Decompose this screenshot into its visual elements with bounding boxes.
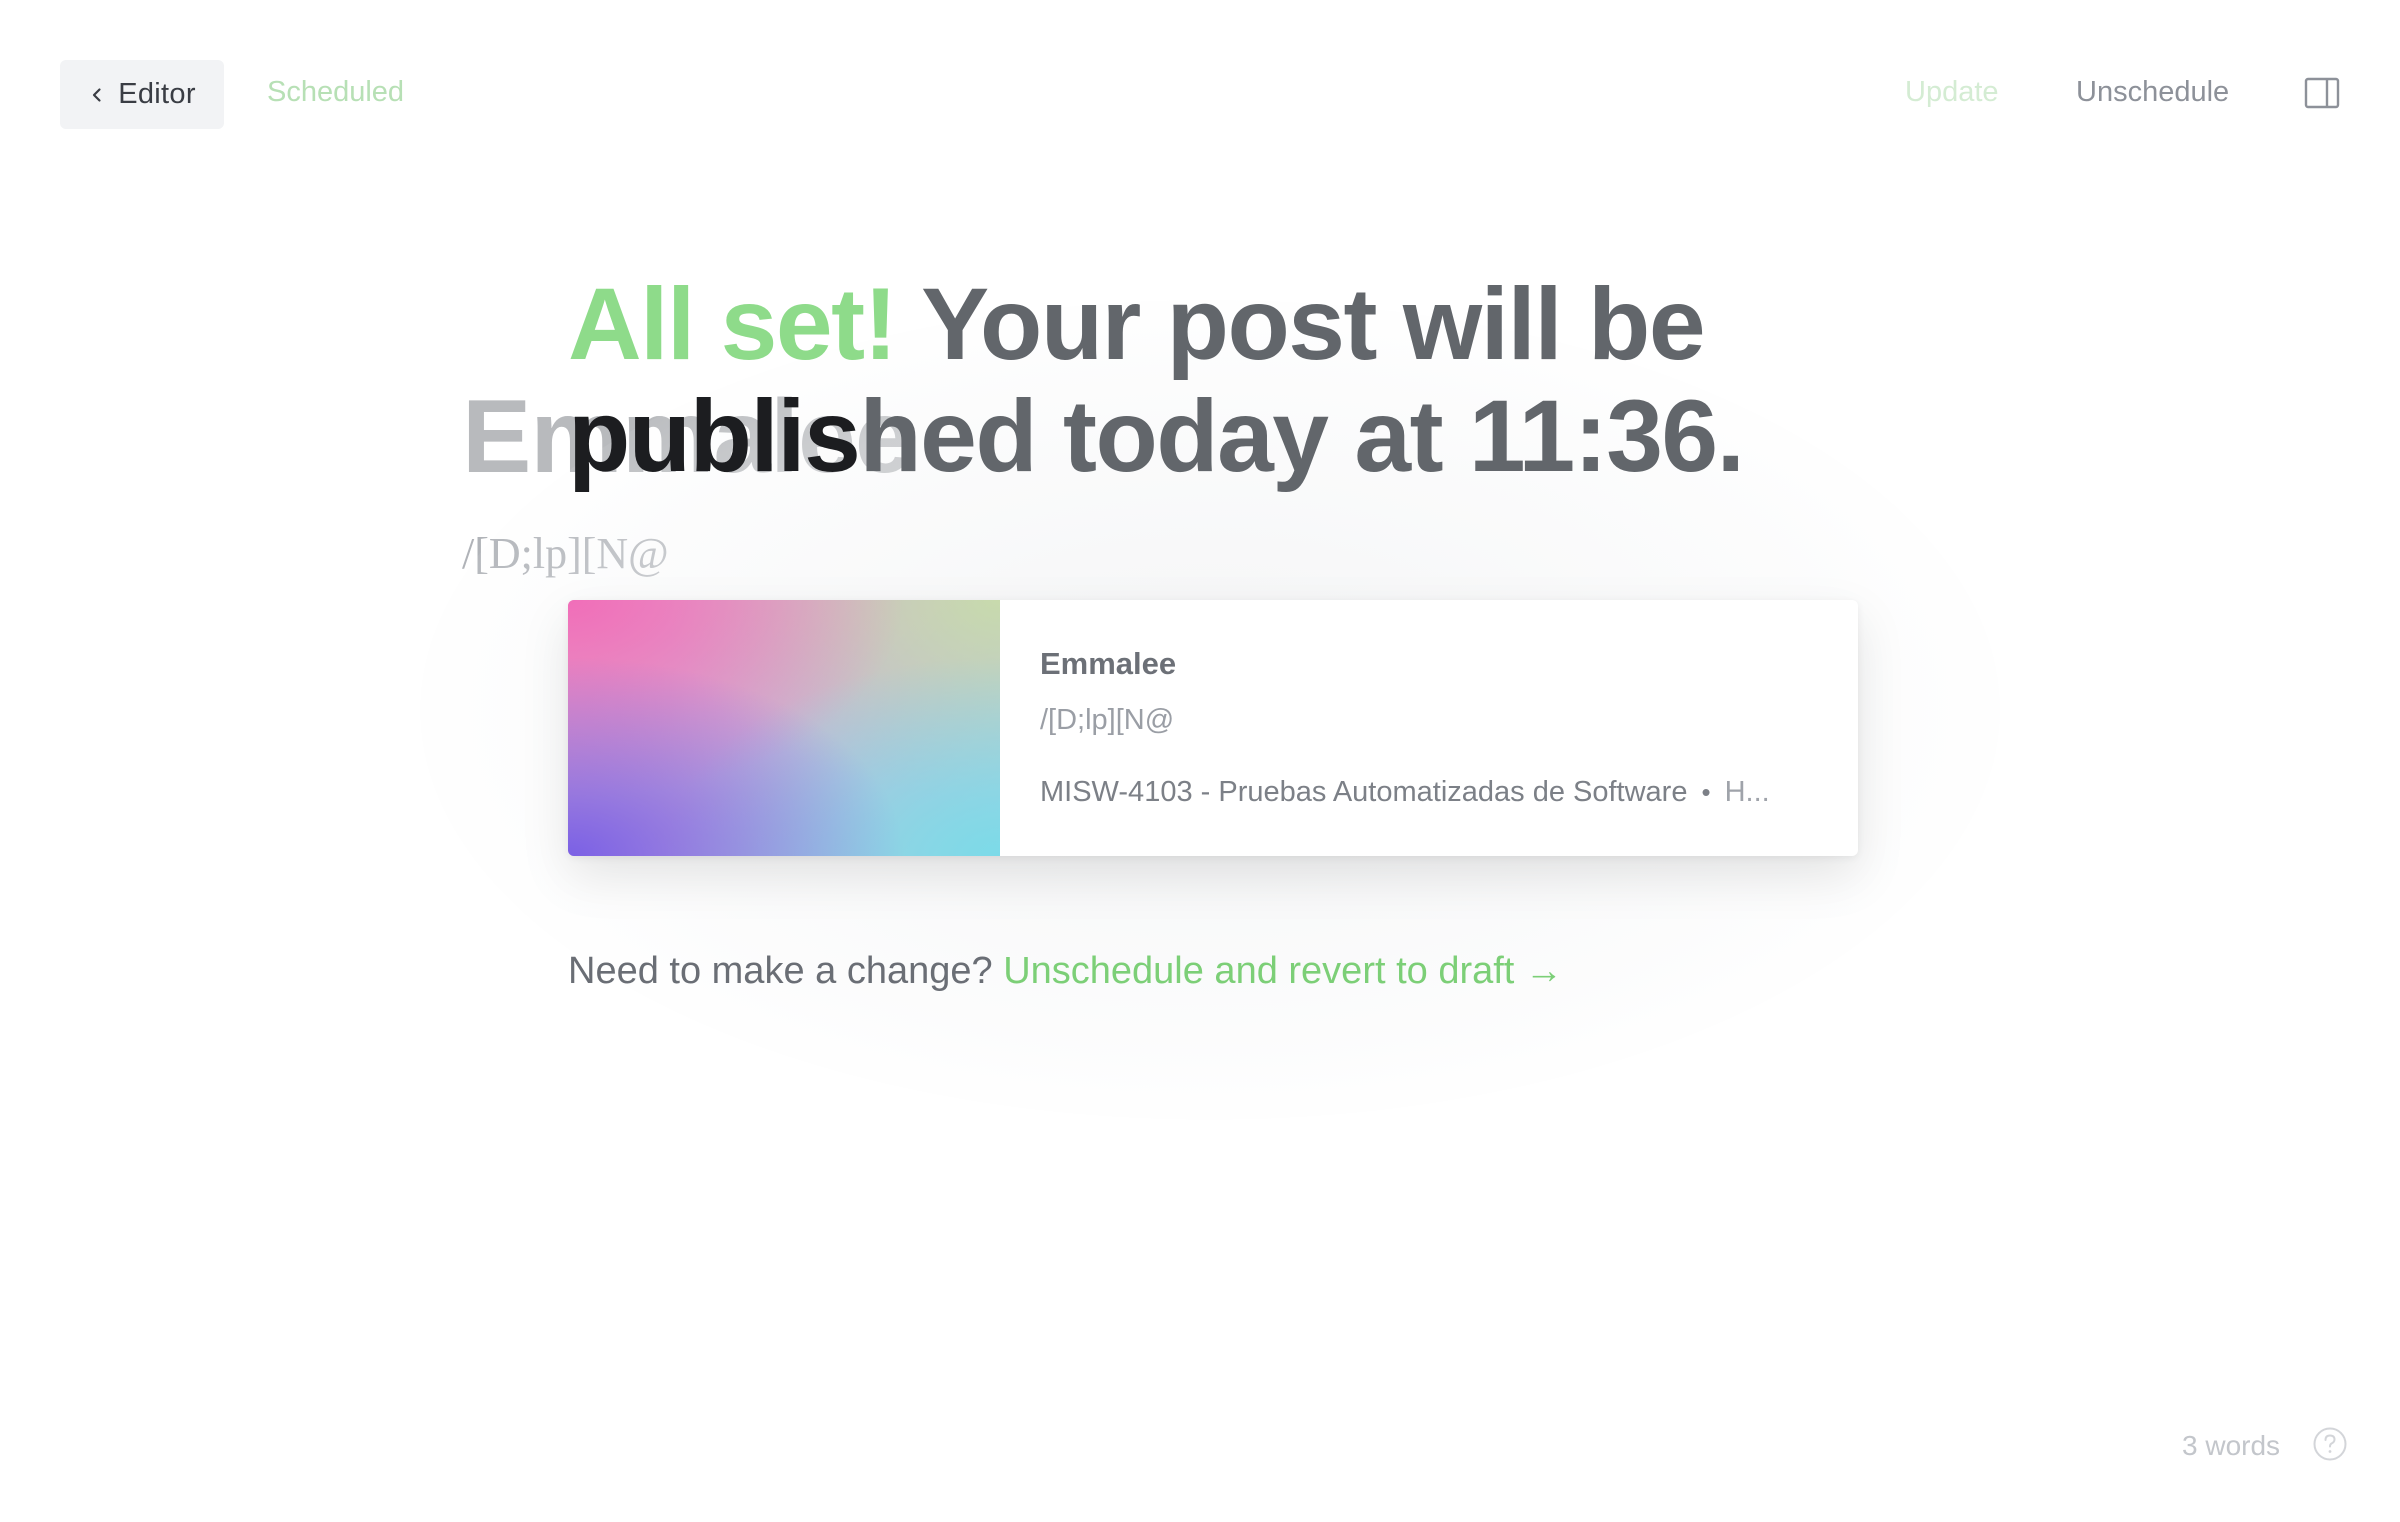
- headline-text: Your post will be: [896, 267, 1705, 381]
- headline-accent: All set!: [568, 267, 898, 381]
- post-preview-excerpt: /[D;lp][N@: [1040, 704, 1175, 736]
- post-preview-meta: MISW-4103 - Pruebas Automatizadas de Sof…: [1040, 776, 1770, 809]
- post-preview-site: MISW-4103 - Pruebas Automatizadas de Sof…: [1040, 776, 1688, 808]
- post-preview-author: H...: [1724, 776, 1770, 808]
- change-prompt-line: Need to make a change? Unschedule and re…: [568, 950, 1563, 993]
- headline-time: hed today at 11:36.: [859, 379, 1745, 493]
- unschedule-button[interactable]: Unschedule: [2076, 76, 2229, 109]
- post-preview-card[interactable]: Emmalee /[D;lp][N@ MISW-4103 - Pruebas A…: [568, 600, 1858, 856]
- meta-separator: •: [1701, 777, 1711, 807]
- word-count: 3 words: [2182, 1430, 2281, 1461]
- unschedule-revert-link[interactable]: Unschedule and revert to draft →: [1003, 950, 1563, 992]
- post-feature-image: [568, 600, 1000, 856]
- change-prompt-text: Need to make a change?: [568, 950, 993, 992]
- post-preview-title: Emmalee: [1040, 646, 1177, 681]
- sidebar-toggle-icon[interactable]: [2304, 77, 2340, 109]
- update-button[interactable]: Update: [1905, 76, 1999, 109]
- headline-dark-fragment: publis: [568, 379, 861, 493]
- back-to-editor-button[interactable]: Editor: [60, 60, 224, 129]
- chevron-left-icon: [93, 87, 101, 102]
- back-button-label: Editor: [118, 78, 196, 110]
- publish-headline: All set! Your post will be published tod…: [568, 268, 1788, 492]
- help-icon[interactable]: [2312, 1426, 2348, 1462]
- post-status-label: Scheduled: [267, 76, 405, 108]
- post-preview-body: Emmalee /[D;lp][N@ MISW-4103 - Pruebas A…: [1000, 600, 1858, 856]
- publish-confirmation-page: Emmalee /[D;lp][N@ Editor Scheduled Upda…: [0, 0, 2400, 1522]
